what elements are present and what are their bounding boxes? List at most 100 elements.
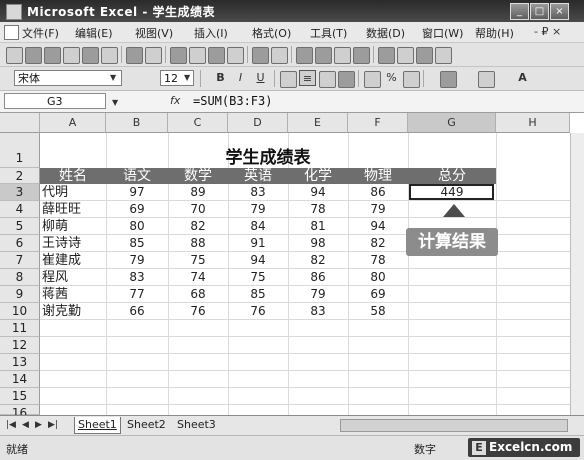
row-header[interactable]: 15 — [0, 388, 40, 405]
name-cell[interactable]: 王诗诗 — [42, 235, 81, 252]
first-sheet-button[interactable]: |◀ — [6, 420, 16, 430]
tab-sheet3[interactable]: Sheet3 — [174, 417, 219, 433]
name-cell[interactable]: 薛旺旺 — [42, 201, 81, 218]
currency-icon[interactable] — [364, 71, 381, 88]
score-cell[interactable]: 97 — [106, 184, 168, 201]
tab-sheet1[interactable]: Sheet1 — [74, 417, 121, 434]
score-cell[interactable]: 79 — [106, 252, 168, 269]
score-cell[interactable]: 94 — [228, 252, 288, 269]
menu-window[interactable]: 窗口(W) — [422, 25, 463, 41]
cut-icon[interactable] — [170, 47, 187, 64]
score-cell[interactable]: 79 — [348, 201, 408, 218]
score-cell[interactable]: 77 — [106, 286, 168, 303]
score-cell[interactable]: 86 — [348, 184, 408, 201]
sort-ascending-icon[interactable] — [334, 47, 351, 64]
score-cell[interactable]: 79 — [288, 286, 348, 303]
format-painter-icon[interactable] — [227, 47, 244, 64]
score-cell[interactable]: 91 — [228, 235, 288, 252]
score-cell[interactable]: 76 — [228, 303, 288, 320]
name-cell[interactable]: 程风 — [42, 269, 68, 286]
print-preview-icon[interactable] — [101, 47, 118, 64]
font-color-button[interactable]: A — [514, 70, 531, 86]
row-header[interactable]: 12 — [0, 337, 40, 354]
menu-file[interactable]: 文件(F) — [22, 25, 59, 41]
name-cell[interactable]: 柳萌 — [42, 218, 68, 235]
comma-style-icon[interactable] — [403, 71, 420, 88]
align-center-button[interactable]: ≡ — [299, 70, 316, 86]
header-cell[interactable]: 总分 — [408, 168, 496, 184]
workbook-window-controls[interactable]: - ₽ × — [534, 25, 561, 38]
align-right-icon[interactable] — [319, 71, 336, 88]
row-header[interactable]: 4 — [0, 201, 40, 218]
font-name-select[interactable]: 宋体 — [14, 70, 122, 86]
sort-descending-icon[interactable] — [353, 47, 370, 64]
row-header[interactable]: 1 — [0, 133, 40, 168]
horizontal-scrollbar[interactable] — [340, 419, 568, 432]
name-cell[interactable]: 代明 — [42, 184, 68, 201]
column-header[interactable]: D — [228, 113, 288, 133]
undo-icon[interactable] — [252, 47, 269, 64]
row-header[interactable]: 2 — [0, 168, 40, 184]
row-header[interactable]: 3 — [0, 184, 40, 201]
spelling-icon[interactable] — [126, 47, 143, 64]
name-cell[interactable]: 崔建成 — [42, 252, 81, 269]
score-cell[interactable]: 75 — [168, 252, 228, 269]
sheet-title-cell[interactable]: 学生成绩表 — [40, 148, 496, 168]
workbook-icon[interactable] — [4, 25, 19, 40]
score-cell[interactable]: 80 — [106, 218, 168, 235]
column-header[interactable]: G — [408, 113, 496, 133]
header-cell[interactable]: 姓名 — [40, 168, 106, 184]
menu-tools[interactable]: 工具(T) — [310, 25, 347, 41]
column-header[interactable]: B — [106, 113, 168, 133]
score-cell[interactable]: 88 — [168, 235, 228, 252]
score-cell[interactable]: 70 — [168, 201, 228, 218]
score-cell[interactable]: 84 — [228, 218, 288, 235]
print-icon[interactable] — [82, 47, 99, 64]
score-cell[interactable]: 83 — [228, 184, 288, 201]
score-cell[interactable]: 78 — [348, 252, 408, 269]
menu-view[interactable]: 视图(V) — [135, 25, 173, 41]
row-header[interactable]: 7 — [0, 252, 40, 269]
score-cell[interactable]: 85 — [228, 286, 288, 303]
row-header[interactable]: 6 — [0, 235, 40, 252]
name-cell[interactable]: 谢克勤 — [42, 303, 81, 320]
score-cell[interactable]: 98 — [288, 235, 348, 252]
header-cell[interactable]: 英语 — [228, 168, 288, 184]
score-cell[interactable]: 66 — [106, 303, 168, 320]
minimize-button[interactable]: _ — [510, 3, 529, 20]
copy-icon[interactable] — [189, 47, 206, 64]
score-cell[interactable]: 79 — [228, 201, 288, 218]
header-cell[interactable]: 语文 — [106, 168, 168, 184]
score-cell[interactable]: 85 — [106, 235, 168, 252]
score-cell[interactable]: 82 — [348, 235, 408, 252]
score-cell[interactable]: 58 — [348, 303, 408, 320]
row-header[interactable]: 8 — [0, 269, 40, 286]
score-cell[interactable]: 78 — [288, 201, 348, 218]
score-cell[interactable]: 89 — [168, 184, 228, 201]
percent-button[interactable]: % — [383, 70, 400, 86]
score-cell[interactable]: 83 — [288, 303, 348, 320]
formula-input[interactable]: =SUM(B3:F3) — [193, 94, 272, 108]
fill-color-icon[interactable] — [478, 71, 495, 88]
help-icon[interactable] — [435, 47, 452, 64]
score-cell[interactable]: 76 — [168, 303, 228, 320]
align-left-icon[interactable] — [280, 71, 297, 88]
row-header[interactable]: 14 — [0, 371, 40, 388]
header-cell[interactable]: 数学 — [168, 168, 228, 184]
autosum-icon[interactable] — [315, 47, 332, 64]
score-cell[interactable]: 82 — [168, 218, 228, 235]
paste-icon[interactable] — [208, 47, 225, 64]
zoom-icon[interactable] — [416, 47, 433, 64]
name-cell[interactable]: 蒋茜 — [42, 286, 68, 303]
save-icon[interactable] — [44, 47, 61, 64]
open-icon[interactable] — [25, 47, 42, 64]
active-cell-selection[interactable] — [409, 184, 494, 200]
score-cell[interactable]: 83 — [106, 269, 168, 286]
redo-icon[interactable] — [271, 47, 288, 64]
worksheet-grid[interactable]: A B C D E F G H 1 2 3 4 5 6 7 8 9 10 11 … — [0, 113, 584, 415]
research-icon[interactable] — [145, 47, 162, 64]
row-header[interactable]: 5 — [0, 218, 40, 235]
next-sheet-button[interactable]: ▶ — [35, 420, 42, 430]
merge-center-icon[interactable] — [338, 71, 355, 88]
row-header[interactable]: 9 — [0, 286, 40, 303]
